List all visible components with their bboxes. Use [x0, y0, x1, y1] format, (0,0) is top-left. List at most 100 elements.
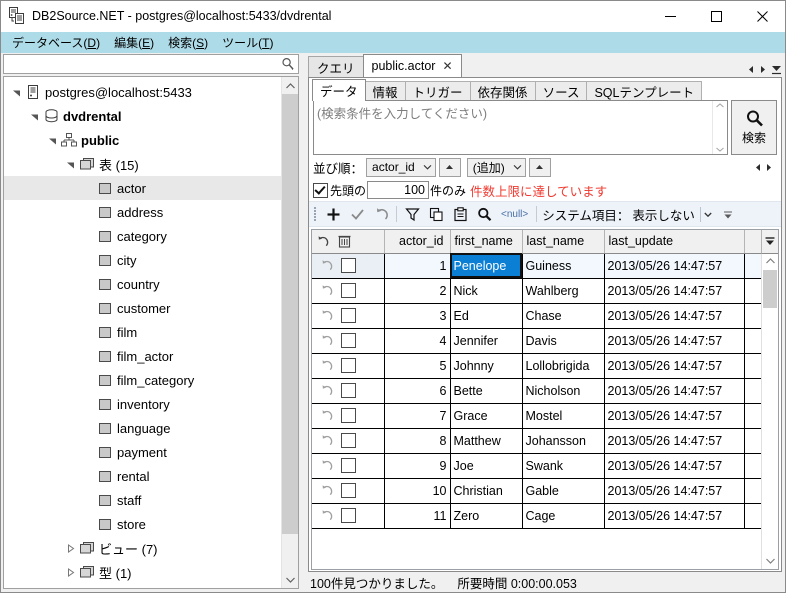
tree-scroll-thumb[interactable]	[282, 94, 298, 534]
tab-scroll-left-icon[interactable]	[747, 65, 755, 74]
cell-actor_id[interactable]: 11	[384, 503, 451, 529]
row-revert-icon[interactable]	[320, 459, 333, 472]
cell-last_name[interactable]: Lollobrigida	[522, 353, 605, 379]
cell-actor_id[interactable]: 8	[384, 428, 451, 454]
cell-actor_id[interactable]: 10	[384, 478, 451, 504]
cell-last_name[interactable]: Guiness	[522, 253, 605, 279]
chevron-right-icon[interactable]	[62, 560, 78, 584]
table-row[interactable]: 8 Matthew Johansson 2013/05/26 14:47:57	[312, 428, 778, 454]
chevron-down-icon[interactable]	[62, 152, 78, 176]
row-header[interactable]	[312, 403, 385, 429]
tree-scroll-up-icon[interactable]	[282, 77, 298, 94]
tree-item-ビュー7[interactable]: ビュー (7)	[4, 536, 282, 560]
subtab-0[interactable]: データ	[312, 79, 366, 101]
cell-first_name[interactable]: Grace	[450, 403, 523, 429]
cell-actor_id[interactable]: 6	[384, 378, 451, 404]
tree-item-型1[interactable]: 型 (1)	[4, 560, 282, 584]
cell-last_update[interactable]: 2013/05/26 14:47:57	[604, 503, 745, 529]
chevron-right-icon[interactable]	[62, 536, 78, 560]
row-select-checkbox[interactable]	[341, 408, 356, 423]
tree-item-public[interactable]: public	[4, 128, 282, 152]
tree-item-film_actor[interactable]: film_actor	[4, 344, 282, 368]
table-row[interactable]: 1 Penelope Guiness 2013/05/26 14:47:57	[312, 253, 778, 279]
tree-scroll-down-icon[interactable]	[282, 571, 298, 588]
cell-last_name[interactable]: Wahlberg	[522, 278, 605, 304]
tree-item-ストアド関数9[interactable]: ストアド関数 (9)	[4, 584, 282, 588]
grid-vertical-scrollbar[interactable]	[761, 253, 778, 569]
cell-first_name[interactable]: Bette	[450, 378, 523, 404]
add-row-button[interactable]	[321, 203, 345, 225]
tree-item-city[interactable]: city	[4, 248, 282, 272]
close-icon[interactable]: ✕	[442, 59, 452, 73]
menu-tools[interactable]: ツール(T)	[217, 32, 282, 54]
subtab-4[interactable]: ソース	[534, 81, 588, 101]
row-header[interactable]	[312, 478, 385, 504]
undo-icon[interactable]	[316, 235, 329, 248]
sort-column-2-select[interactable]: (追加)	[466, 157, 526, 177]
cell-last_name[interactable]: Swank	[522, 453, 605, 479]
row-limit-checkbox[interactable]	[313, 182, 328, 198]
row-select-checkbox[interactable]	[341, 283, 356, 298]
tree-item-film_category[interactable]: film_category	[4, 368, 282, 392]
tree-item-inventory[interactable]: inventory	[4, 392, 282, 416]
cell-first_name[interactable]: Jennifer	[450, 328, 523, 354]
cell-last_name[interactable]: Gable	[522, 478, 605, 504]
tree-item-actor[interactable]: actor	[4, 176, 282, 200]
row-header[interactable]	[312, 378, 385, 404]
row-limit-input[interactable]: 100	[367, 181, 430, 199]
toolbar-overflow-icon[interactable]	[723, 208, 733, 220]
find-button[interactable]	[472, 203, 496, 225]
row-revert-icon[interactable]	[320, 284, 333, 297]
grid-header-last-update[interactable]: last_update	[604, 230, 745, 254]
cell-first_name[interactable]: Penelope	[450, 253, 523, 279]
table-row[interactable]: 9 Joe Swank 2013/05/26 14:47:57	[312, 453, 778, 479]
search-condition-scrollbar[interactable]	[712, 101, 727, 154]
row-revert-icon[interactable]	[320, 484, 333, 497]
table-row[interactable]: 4 Jennifer Davis 2013/05/26 14:47:57	[312, 328, 778, 354]
tree-item-film[interactable]: film	[4, 320, 282, 344]
table-row[interactable]: 10 Christian Gable 2013/05/26 14:47:57	[312, 478, 778, 504]
search-condition-input[interactable]: (検索条件を入力してください)	[314, 101, 712, 154]
row-revert-icon[interactable]	[320, 259, 333, 272]
filter-button[interactable]	[400, 203, 424, 225]
subtab-3[interactable]: 依存関係	[469, 81, 536, 101]
row-header[interactable]	[312, 278, 385, 304]
tree-item-category[interactable]: category	[4, 224, 282, 248]
close-button[interactable]	[739, 1, 785, 31]
row-header[interactable]	[312, 303, 385, 329]
grid-header-actor-id[interactable]: actor_id	[384, 230, 451, 254]
cell-last_update[interactable]: 2013/05/26 14:47:57	[604, 353, 745, 379]
row-revert-icon[interactable]	[320, 434, 333, 447]
copy-button[interactable]	[424, 203, 448, 225]
chevron-right-icon[interactable]	[62, 584, 78, 588]
system-items-select[interactable]: 表示しない	[629, 204, 719, 225]
sort-nav-next-icon[interactable]	[765, 163, 773, 172]
cell-last_name[interactable]: Cage	[522, 503, 605, 529]
table-row[interactable]: 7 Grace Mostel 2013/05/26 14:47:57	[312, 403, 778, 429]
null-value-button[interactable]: <null>	[496, 209, 533, 220]
paste-button[interactable]	[448, 203, 472, 225]
row-select-checkbox[interactable]	[341, 383, 356, 398]
table-row[interactable]: 5 Johnny Lollobrigida 2013/05/26 14:47:57	[312, 353, 778, 379]
tree-item-country[interactable]: country	[4, 272, 282, 296]
cell-actor_id[interactable]: 2	[384, 278, 451, 304]
sort-direction-1-button[interactable]	[438, 157, 461, 177]
tree-item-customer[interactable]: customer	[4, 296, 282, 320]
minimize-button[interactable]	[647, 1, 693, 31]
cell-actor_id[interactable]: 5	[384, 353, 451, 379]
cell-last_update[interactable]: 2013/05/26 14:47:57	[604, 253, 745, 279]
cell-first_name[interactable]: Johnny	[450, 353, 523, 379]
tab-public-actor[interactable]: public.actor ✕	[362, 54, 462, 77]
grid-header-first-name[interactable]: first_name	[450, 230, 523, 254]
row-select-checkbox[interactable]	[341, 358, 356, 373]
tab-query[interactable]: クエリ	[308, 56, 364, 77]
subtab-1[interactable]: 情報	[364, 81, 406, 101]
chevron-down-icon[interactable]	[8, 80, 24, 104]
tree-item-postgres@localhost:5433[interactable]: postgres@localhost:5433	[4, 80, 282, 104]
cell-first_name[interactable]: Nick	[450, 278, 523, 304]
sort-direction-2-button[interactable]	[528, 157, 551, 177]
row-select-checkbox[interactable]	[341, 433, 356, 448]
row-revert-icon[interactable]	[320, 384, 333, 397]
row-select-checkbox[interactable]	[341, 458, 356, 473]
cell-actor_id[interactable]: 1	[384, 253, 451, 279]
